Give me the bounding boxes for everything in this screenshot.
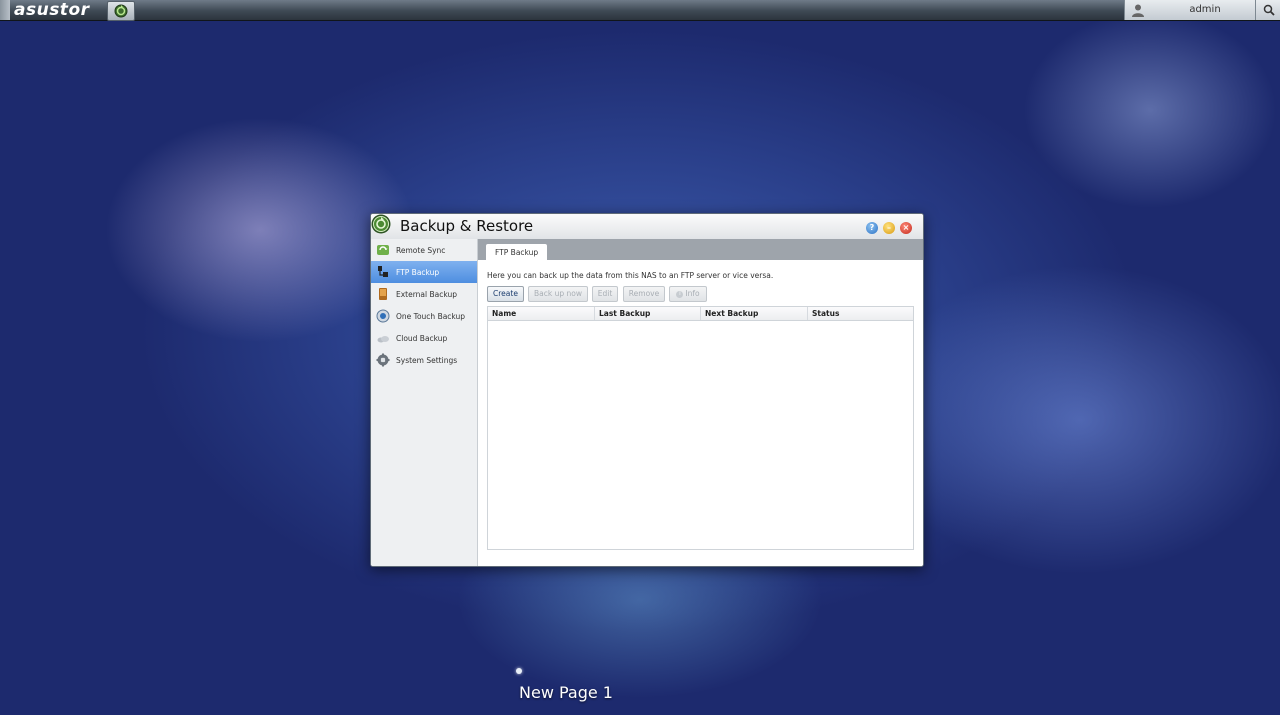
- backup-restore-icon: [114, 4, 128, 18]
- close-icon: ×: [902, 223, 910, 232]
- minimize-button[interactable]: –: [883, 222, 895, 234]
- external-backup-icon: [379, 288, 387, 300]
- edit-button[interactable]: Edit: [592, 286, 618, 302]
- sidebar-item-cloud-backup[interactable]: Cloud Backup: [371, 327, 477, 349]
- tab-strip: FTP Backup: [478, 239, 923, 260]
- brand-logo: asustor: [14, 0, 90, 20]
- sidebar-item-label: One Touch Backup: [396, 311, 466, 321]
- remove-button[interactable]: Remove: [623, 286, 665, 302]
- search-button[interactable]: [1255, 0, 1280, 20]
- backup-restore-app-icon: [371, 214, 391, 234]
- table-header: Name Last Backup Next Backup Status: [488, 307, 913, 321]
- sidebar-item-remote-sync[interactable]: Remote Sync: [371, 239, 477, 261]
- top-taskbar: asustor admin: [0, 0, 1280, 21]
- description-text: Here you can back up the data from this …: [487, 271, 774, 280]
- column-header-status[interactable]: Status: [808, 307, 913, 320]
- sidebar-item-system-settings[interactable]: System Settings: [371, 349, 477, 371]
- one-touch-backup-icon: [376, 309, 390, 323]
- ftp-backup-icon: [378, 266, 388, 277]
- cloud-backup-icon: [377, 336, 389, 343]
- gear-icon: [376, 353, 390, 367]
- column-header-next-backup[interactable]: Next Backup: [701, 307, 808, 320]
- username-label: admin: [1189, 4, 1221, 15]
- window-titlebar[interactable]: Backup & Restore ? – ×: [371, 214, 923, 240]
- close-button[interactable]: ×: [900, 222, 912, 234]
- backup-task-table: Name Last Backup Next Backup Status: [487, 306, 914, 550]
- sidebar-item-one-touch-backup[interactable]: One Touch Backup: [371, 305, 477, 327]
- page-indicator-dot[interactable]: [516, 668, 522, 674]
- sidebar-item-label: FTP Backup: [396, 267, 440, 277]
- backup-restore-window: Backup & Restore ? – × Remote Sync FTP B…: [370, 213, 924, 567]
- info-icon: i: [676, 290, 684, 298]
- desktop-page-label: New Page 1: [519, 683, 613, 702]
- info-button[interactable]: i Info: [669, 286, 707, 302]
- create-button[interactable]: Create: [487, 286, 524, 302]
- sidebar-item-label: External Backup: [396, 289, 457, 299]
- user-menu[interactable]: admin: [1124, 0, 1255, 20]
- window-title: Backup & Restore: [400, 217, 534, 235]
- column-header-last-backup[interactable]: Last Backup: [595, 307, 701, 320]
- taskbar-handle[interactable]: [0, 0, 10, 20]
- help-icon: ?: [869, 223, 875, 232]
- sidebar-item-external-backup[interactable]: External Backup: [371, 283, 477, 305]
- sidebar-item-label: Cloud Backup: [396, 333, 448, 343]
- tab-ftp-backup[interactable]: FTP Backup: [486, 244, 548, 260]
- sidebar-item-ftp-backup[interactable]: FTP Backup: [371, 261, 477, 283]
- info-button-label: Info: [685, 289, 700, 298]
- sidebar: Remote Sync FTP Backup External Backup O…: [371, 239, 478, 566]
- main-content: FTP Backup Here you can back up the data…: [478, 239, 923, 566]
- user-icon: [1132, 4, 1144, 17]
- minimize-icon: –: [887, 223, 891, 232]
- column-header-name[interactable]: Name: [488, 307, 595, 320]
- remote-sync-icon: [377, 245, 389, 255]
- sidebar-item-label: Remote Sync: [396, 245, 446, 255]
- search-icon: [1263, 4, 1275, 16]
- backup-restore-taskbar-button[interactable]: [107, 1, 135, 21]
- sidebar-item-label: System Settings: [396, 355, 458, 365]
- backup-now-button[interactable]: Back up now: [528, 286, 588, 302]
- help-button[interactable]: ?: [866, 222, 878, 234]
